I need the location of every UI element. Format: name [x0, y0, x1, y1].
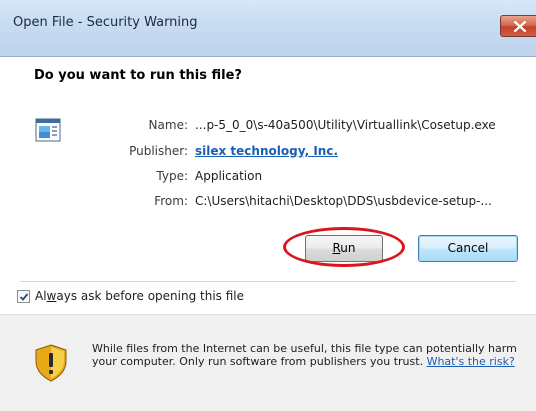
- shield-warning-icon: [35, 344, 67, 382]
- publisher-link[interactable]: silex technology, Inc.: [195, 144, 338, 158]
- dialog-question: Do you want to run this file?: [34, 68, 242, 83]
- cancel-button[interactable]: Cancel: [418, 235, 518, 262]
- from-label: From:: [154, 194, 188, 208]
- warning-message: While files from the Internet can be use…: [92, 342, 522, 368]
- close-icon: [514, 21, 526, 32]
- file-source-value: C:\Users\hitachi\Desktop\DDS\usbdevice-s…: [195, 194, 492, 208]
- application-icon: [35, 118, 61, 142]
- file-name-value: ...p-5_0_0\s-40a500\Utility\Virtuallink\…: [195, 118, 496, 132]
- publisher-label: Publisher:: [129, 144, 188, 158]
- checkmark-icon: [19, 293, 29, 301]
- title-bar: Open File - Security Warning: [0, 0, 536, 57]
- window-title: Open File - Security Warning: [13, 15, 198, 30]
- always-ask-accelerator: w: [46, 289, 57, 303]
- divider: [20, 281, 516, 282]
- type-label: Type:: [156, 169, 188, 183]
- always-ask-label-post: ays ask before opening this file: [56, 289, 245, 303]
- file-type-value: Application: [195, 169, 263, 183]
- close-button[interactable]: [500, 15, 536, 37]
- run-highlight-circle: [283, 227, 405, 267]
- always-ask-label-pre: Al: [35, 289, 47, 303]
- always-ask-label[interactable]: Always ask before opening this file: [35, 289, 244, 303]
- always-ask-checkbox[interactable]: [17, 290, 30, 303]
- name-label: Name:: [148, 118, 188, 132]
- whats-the-risk-link[interactable]: What's the risk?: [427, 355, 515, 368]
